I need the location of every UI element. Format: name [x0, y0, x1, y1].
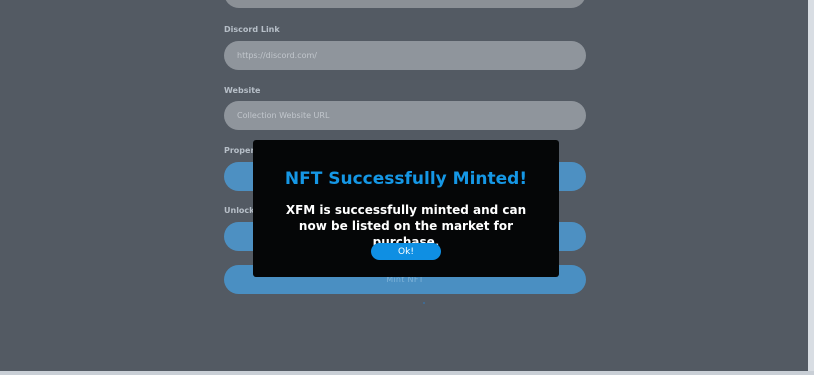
bottom-edge — [0, 371, 814, 375]
discord-link-input[interactable] — [224, 41, 586, 70]
discord-link-label: Discord Link — [224, 25, 280, 34]
website-input[interactable] — [224, 101, 586, 130]
loading-indicator — [423, 302, 425, 304]
website-label: Website — [224, 86, 261, 95]
scrollbar-track[interactable] — [808, 0, 814, 375]
modal-title: NFT Successfully Minted! — [284, 169, 528, 189]
ok-button[interactable]: Ok! — [371, 243, 441, 260]
previous-input-field[interactable] — [224, 0, 586, 8]
success-modal: NFT Successfully Minted! XFM is successf… — [253, 140, 559, 277]
